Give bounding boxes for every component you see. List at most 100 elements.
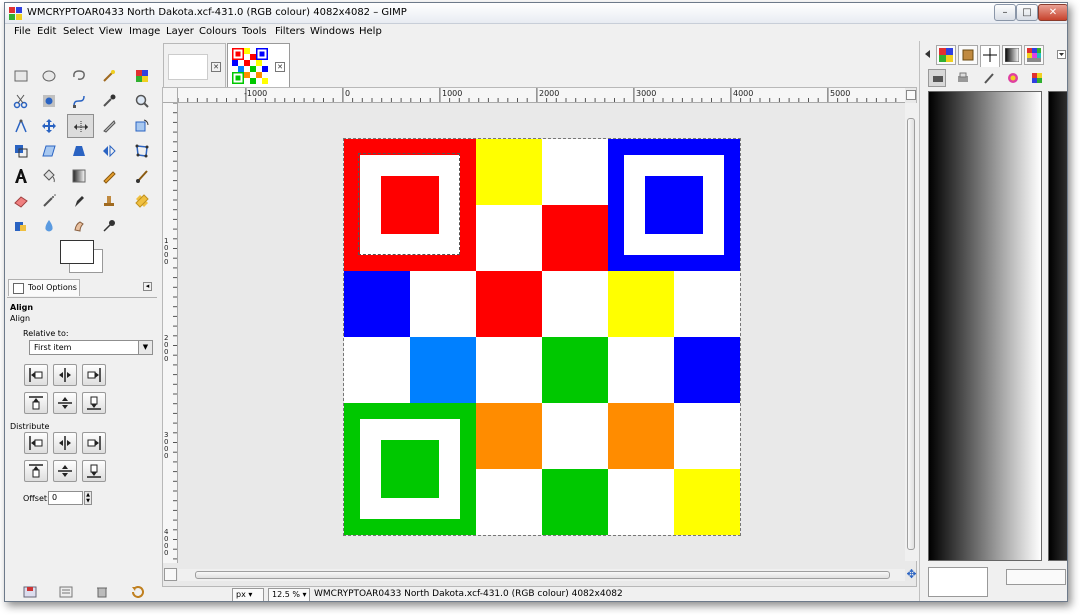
dock-action-button[interactable] (1006, 569, 1066, 585)
menu-image[interactable]: Image (129, 26, 160, 37)
dock-tab-document[interactable] (980, 45, 1000, 67)
menu-colours[interactable]: Colours (199, 26, 237, 37)
align-left-button[interactable] (24, 364, 48, 386)
dock-tab-palettes[interactable] (1024, 45, 1044, 65)
horizontal-ruler[interactable]: -1000 0 1000 2000 3000 4000 5000 (178, 88, 905, 103)
dodge-burn-tool[interactable] (98, 215, 120, 237)
ink-tool[interactable] (68, 190, 90, 212)
delete-options-icon[interactable] (95, 586, 109, 598)
menu-layer[interactable]: Layer (166, 26, 194, 37)
menu-filters[interactable]: Filters (275, 26, 305, 37)
align-right-button[interactable] (82, 364, 106, 386)
bucket-fill-tool[interactable] (38, 165, 60, 187)
flip-tool[interactable] (98, 140, 120, 162)
dock-sub-tab-3[interactable] (980, 69, 998, 87)
perspective-tool[interactable] (68, 140, 90, 162)
fuzzy-select-tool[interactable] (98, 65, 120, 87)
airbrush-tool[interactable] (38, 190, 60, 212)
menu-edit[interactable]: Edit (37, 26, 56, 37)
blend-tool[interactable] (68, 165, 90, 187)
image-canvas[interactable] (343, 138, 741, 536)
dock-scroll-left-icon[interactable] (924, 50, 932, 58)
distribute-right-button[interactable] (82, 432, 106, 454)
color-picker-tool[interactable] (98, 90, 120, 112)
cage-transform-tool[interactable] (131, 140, 153, 162)
clone-tool[interactable] (98, 190, 120, 212)
dock-sub-tab-5[interactable] (1028, 69, 1046, 87)
rotate-tool[interactable] (131, 115, 153, 137)
horizontal-scrollbar[interactable] (178, 569, 905, 581)
distribute-top-button[interactable] (24, 460, 48, 482)
menu-windows[interactable]: Windows (310, 26, 355, 37)
move-tool[interactable] (38, 115, 60, 137)
tab-menu-button[interactable]: ◂ (143, 282, 152, 291)
scale-tool[interactable] (10, 140, 32, 162)
relative-to-dropdown[interactable]: First item ▼ (29, 340, 153, 355)
align-bottom-button[interactable] (82, 392, 106, 414)
align-top-button[interactable] (24, 392, 48, 414)
align-center-button[interactable] (53, 364, 77, 386)
scrollbar-thumb[interactable] (907, 118, 915, 550)
foreground-color-swatch[interactable] (60, 240, 94, 264)
text-tool[interactable] (10, 165, 32, 187)
dock-tab-patterns[interactable] (936, 45, 956, 65)
reset-options-icon[interactable] (131, 586, 145, 598)
menu-file[interactable]: File (14, 26, 31, 37)
menu-help[interactable]: Help (359, 26, 382, 37)
dock-tab-gradients[interactable] (1002, 45, 1022, 65)
save-options-icon[interactable] (23, 586, 37, 598)
quick-mask-toggle[interactable] (164, 568, 177, 581)
menu-tools[interactable]: Tools (242, 26, 267, 37)
minimize-button[interactable]: – (994, 4, 1016, 21)
restore-options-icon[interactable] (59, 586, 73, 598)
paths-tool[interactable] (68, 90, 90, 112)
perspective-clone-tool[interactable] (10, 215, 32, 237)
zoom-dropdown[interactable]: 12.5 % ▾ (268, 588, 310, 601)
vertical-scrollbar[interactable] (905, 103, 917, 561)
foreground-select-tool[interactable] (38, 90, 60, 112)
zoom-tool[interactable] (131, 90, 153, 112)
eraser-tool[interactable] (10, 190, 32, 212)
dock-menu-icon[interactable] (1057, 50, 1066, 59)
image-tab-2[interactable]: ✕ (227, 43, 290, 87)
ellipse-select-tool[interactable] (38, 65, 60, 87)
dock-sub-tab-2[interactable] (954, 69, 972, 87)
image-tab-1[interactable]: ✕ (163, 43, 226, 87)
paintbrush-tool[interactable] (131, 165, 153, 187)
unit-dropdown[interactable]: px ▾ (232, 588, 264, 601)
gradient-preview-secondary[interactable] (1048, 91, 1067, 561)
measure-tool[interactable] (10, 115, 32, 137)
crop-tool[interactable] (98, 115, 120, 137)
fg-bg-color-area[interactable] (60, 240, 104, 274)
free-select-tool[interactable] (68, 65, 90, 87)
blur-tool[interactable] (38, 215, 60, 237)
distribute-bottom-button[interactable] (82, 460, 106, 482)
dock-tab-brushes[interactable] (958, 45, 978, 65)
shear-tool[interactable] (38, 140, 60, 162)
dock-sub-tab-1[interactable] (928, 69, 946, 87)
maximize-button[interactable]: □ (1016, 4, 1038, 21)
menu-view[interactable]: View (99, 26, 123, 37)
dock-sub-tab-4[interactable] (1004, 69, 1022, 87)
close-icon[interactable]: ✕ (275, 62, 285, 72)
tool-options-tab[interactable]: Tool Options (8, 279, 80, 296)
close-button[interactable]: ✕ (1038, 4, 1067, 21)
gradient-preview[interactable] (928, 91, 1042, 561)
close-icon[interactable]: ✕ (211, 62, 221, 72)
align-middle-button[interactable] (53, 392, 77, 414)
select-by-color-tool[interactable] (131, 65, 153, 87)
vertical-ruler[interactable]: 1000 2000 3000 4000 (163, 103, 178, 563)
canvas-area[interactable]: -1000 0 1000 2000 3000 4000 5000 1000 20… (162, 87, 917, 587)
smudge-tool[interactable] (68, 215, 90, 237)
heal-tool[interactable] (131, 190, 153, 212)
rect-select-tool[interactable] (10, 65, 32, 87)
pencil-tool[interactable] (98, 165, 120, 187)
offset-spinner[interactable]: ▲ ▼ (84, 491, 92, 505)
distribute-middle-button[interactable] (53, 460, 77, 482)
align-tool[interactable] (67, 114, 94, 138)
scrollbar-thumb[interactable] (195, 571, 890, 579)
distribute-left-button[interactable] (24, 432, 48, 454)
zoom-nav-button[interactable] (906, 90, 916, 100)
scissors-select-tool[interactable] (10, 90, 32, 112)
distribute-center-button[interactable] (53, 432, 77, 454)
